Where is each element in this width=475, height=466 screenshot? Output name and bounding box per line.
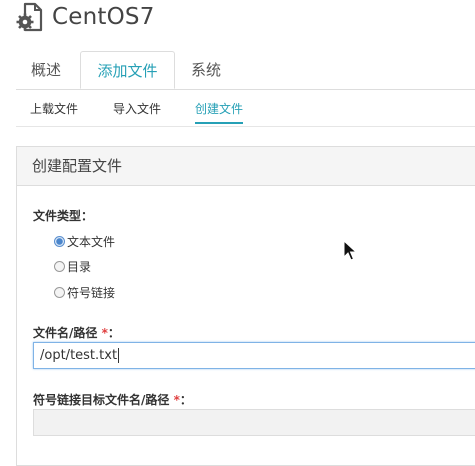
radio-label: 目录 — [67, 260, 92, 274]
radio-directory[interactable]: 目录 — [54, 258, 91, 275]
main-tabs: 概述 添加文件 系统 — [16, 51, 475, 90]
symlink-target-label: 符号链接目标文件名/路径 *： — [33, 391, 192, 408]
tab-add-file[interactable]: 添加文件 — [80, 51, 175, 89]
subtab-upload-file[interactable]: 上载文件 — [30, 96, 78, 122]
subtab-create-file[interactable]: 创建文件 — [195, 96, 244, 124]
label-colon: ： — [107, 326, 120, 340]
radio-label: 符号链接 — [67, 286, 116, 300]
radio-button[interactable] — [54, 287, 65, 298]
label-colon: ： — [179, 393, 192, 407]
file-type-label: 文件类型： — [33, 209, 94, 223]
page-header: CentOS7 — [16, 0, 155, 34]
file-path-input[interactable]: /opt/test.txt — [33, 342, 475, 369]
radio-text-file[interactable]: 文本文件 — [54, 233, 115, 250]
radio-button[interactable] — [54, 236, 65, 247]
radio-symlink[interactable]: 符号链接 — [54, 284, 115, 301]
subtab-import-file[interactable]: 导入文件 — [113, 96, 161, 122]
path-label: 文件名/路径 *： — [33, 324, 120, 341]
symlink-target-input[interactable] — [33, 409, 475, 436]
tab-system[interactable]: 系统 — [176, 51, 236, 89]
tab-overview[interactable]: 概述 — [16, 51, 76, 89]
radio-label: 文本文件 — [67, 235, 116, 249]
panel-title: 创建配置文件 — [17, 147, 475, 186]
page-title: CentOS7 — [52, 4, 155, 30]
text-caret — [118, 348, 120, 363]
mouse-pointer-icon — [343, 240, 357, 261]
symlink-label-text: 符号链接目标文件名/路径 — [33, 393, 170, 407]
create-file-panel: 创建配置文件 文件类型： 文本文件 目录 符号链接 文件名/路径 *： /opt… — [16, 146, 475, 466]
radio-button[interactable] — [54, 261, 65, 272]
path-label-text: 文件名/路径 — [33, 326, 98, 340]
sub-tabs: 上载文件 导入文件 创建文件 — [16, 96, 475, 127]
gear-document-icon — [16, 2, 43, 32]
file-path-value: /opt/test.txt — [40, 348, 118, 363]
